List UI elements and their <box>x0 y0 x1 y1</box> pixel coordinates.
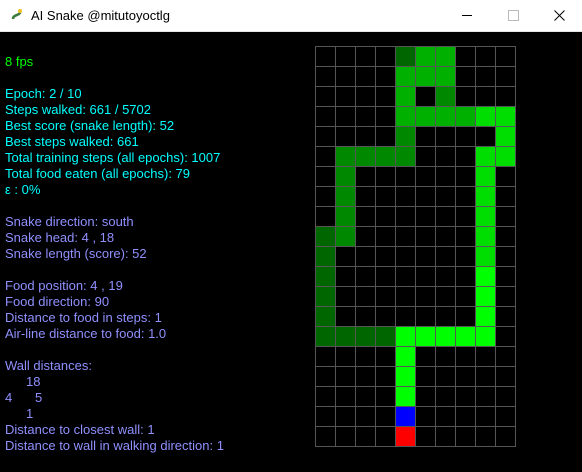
snake-body-segment <box>315 306 335 326</box>
snake-body-segment <box>495 126 515 146</box>
food-item <box>395 426 415 446</box>
close-button[interactable] <box>536 0 582 31</box>
snake-body-segment <box>435 86 455 106</box>
snake-body-segment <box>435 46 455 66</box>
snake-direction-text: Snake direction: south <box>5 214 134 229</box>
snake-body-segment <box>475 286 495 306</box>
snake-body-segment <box>315 266 335 286</box>
snake-body-segment <box>475 226 495 246</box>
food-direction-text: Food direction: 90 <box>5 294 110 309</box>
wall-distance-east: 5 <box>35 390 43 405</box>
airline-distance-text: Air-line distance to food: 1.0 <box>5 326 167 341</box>
epoch-text: Epoch: 2 / 10 <box>5 86 82 101</box>
maximize-icon <box>507 10 519 21</box>
snake-body-segment <box>315 246 335 266</box>
snake-body-segment <box>335 146 355 166</box>
snake-body-segment <box>475 186 495 206</box>
snake-body-segment <box>395 66 415 86</box>
snake-body-segment <box>395 46 415 66</box>
snake-body-segment <box>335 226 355 246</box>
game-canvas: 8 fps Epoch: 2 / 10 Steps walked: 661 / … <box>0 32 582 472</box>
best-score-text: Best score (snake length): 52 <box>5 118 175 133</box>
snake-body-segment <box>395 106 415 126</box>
snake-body-segment <box>375 326 395 346</box>
food-position-text: Food position: 4 , 19 <box>5 278 123 293</box>
epsilon-text: ε : 0% <box>5 182 41 197</box>
total-training-steps-text: Total training steps (all epochs): 1007 <box>5 150 221 165</box>
snake-body-segment <box>335 206 355 226</box>
walking-direction-wall-text: Distance to wall in walking direction: 1 <box>5 438 224 453</box>
snake-body-segment <box>315 286 335 306</box>
snake-body-segment <box>355 146 375 166</box>
snake-body-segment <box>395 326 415 346</box>
snake-body-segment <box>475 246 495 266</box>
snake-body-segment <box>435 326 455 346</box>
snake-body-segment <box>335 326 355 346</box>
snake-body-segment <box>475 326 495 346</box>
wall-distances-title: Wall distances: <box>5 358 92 373</box>
snake-body-segment <box>455 326 475 346</box>
maximize-button[interactable] <box>490 0 536 31</box>
snake-length-text: Snake length (score): 52 <box>5 246 147 261</box>
snake-body-segment <box>315 326 335 346</box>
snake-body-segment <box>475 306 495 326</box>
window-title: AI Snake @mitutoyoctlg <box>31 8 170 23</box>
pygame-snake-icon <box>10 8 24 22</box>
steps-walked-text: Steps walked: 661 / 5702 <box>5 102 151 117</box>
snake-body-segment <box>455 106 475 126</box>
snake-body-segment <box>495 146 515 166</box>
snake-head-text: Snake head: 4 , 18 <box>5 230 115 245</box>
best-steps-text: Best steps walked: 661 <box>5 134 139 149</box>
window-titlebar[interactable]: AI Snake @mitutoyoctlg <box>0 0 582 32</box>
snake-body-segment <box>435 66 455 86</box>
fps-counter: 8 fps <box>5 54 34 69</box>
snake-body-segment <box>435 106 455 126</box>
snake-body-segment <box>315 226 335 246</box>
snake-body-segment <box>395 86 415 106</box>
snake-body-segment <box>395 126 415 146</box>
closest-wall-text: Distance to closest wall: 1 <box>5 422 155 437</box>
snake-body-segment <box>475 166 495 186</box>
snake-body-segment <box>475 146 495 166</box>
snake-body-segment <box>395 366 415 386</box>
minimize-icon <box>462 15 472 16</box>
snake-body-segment <box>475 206 495 226</box>
snake-body-segment <box>395 346 415 366</box>
wall-distance-west: 4 <box>5 390 13 405</box>
snake-body-segment <box>475 266 495 286</box>
snake-body-segment <box>395 146 415 166</box>
wall-distance-north: 18 <box>26 374 41 389</box>
distance-food-steps-text: Distance to food in steps: 1 <box>5 310 162 325</box>
close-icon <box>553 10 565 21</box>
snake-body-segment <box>415 326 435 346</box>
total-food-text: Total food eaten (all epochs): 79 <box>5 166 191 181</box>
snake-body-segment <box>335 166 355 186</box>
minimize-button[interactable] <box>444 0 490 31</box>
snake-body-segment <box>335 186 355 206</box>
snake-body-segment <box>375 146 395 166</box>
snake-body-segment <box>415 66 435 86</box>
snake-body-segment <box>415 106 435 126</box>
snake-body-segment <box>495 106 515 126</box>
snake-body-segment <box>475 106 495 126</box>
snake-body-segment <box>415 46 435 66</box>
snake-body-segment <box>355 326 375 346</box>
snake-body-segment <box>395 386 415 406</box>
wall-distance-south: 1 <box>26 406 34 421</box>
snake-head <box>395 406 415 426</box>
game-board <box>315 46 516 447</box>
